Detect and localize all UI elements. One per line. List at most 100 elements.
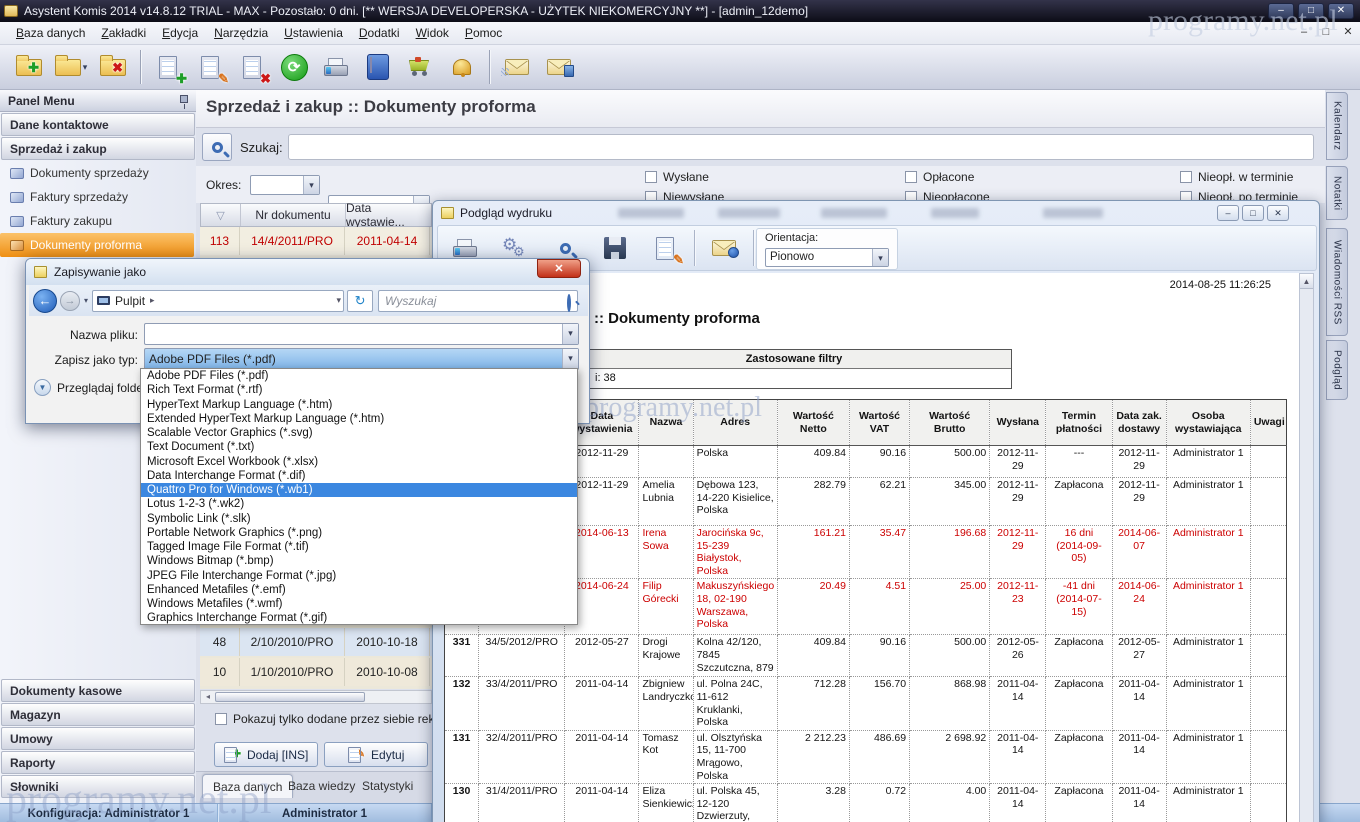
preview-restore-button[interactable]: □ <box>1242 205 1264 221</box>
new-record-button[interactable] <box>147 48 189 86</box>
alerts-button[interactable] <box>441 48 483 86</box>
filetype-option[interactable]: Windows Metafiles (*.wmf) <box>141 597 577 611</box>
table-row[interactable]: 48 2/10/2010/PRO 2010-10-18 <box>200 628 432 656</box>
preview-vertical-scrollbar[interactable] <box>1299 273 1314 822</box>
minimize-button[interactable]: – <box>1268 3 1294 19</box>
tab-statystyki[interactable]: Statystyki <box>352 774 423 798</box>
sidebar-item-faktury-zakupu[interactable]: Faktury zakupu <box>0 209 194 233</box>
preview-edit-button[interactable] <box>644 229 686 267</box>
filter-checkbox-nieopł-w-terminie[interactable]: Nieopł. w terminie <box>1180 170 1293 184</box>
menu-item-pomoc[interactable]: Pomoc <box>457 23 510 43</box>
right-tab-wiadomości-rss[interactable]: Wiadomości RSS <box>1326 228 1348 336</box>
filetype-option[interactable]: Adobe PDF Files (*.pdf) <box>141 369 577 383</box>
chevron-down-icon[interactable] <box>336 295 341 306</box>
save-dialog-close-button[interactable] <box>537 259 581 278</box>
scrollbar-thumb[interactable] <box>215 692 365 702</box>
refresh-button[interactable] <box>347 290 373 312</box>
right-tab-podgląd[interactable]: Podgląd <box>1326 340 1348 400</box>
orientation-combo[interactable]: Pionowo <box>765 248 889 267</box>
breadcrumb-location[interactable]: Pulpit <box>115 294 145 308</box>
mdi-restore-button[interactable]: □ <box>1318 25 1334 40</box>
scroll-left-icon[interactable]: ◂ <box>201 691 215 703</box>
filetype-option[interactable]: Portable Network Graphics (*.png) <box>141 526 577 540</box>
menu-item-dodatki[interactable]: Dodatki <box>351 23 408 43</box>
history-dropdown-icon[interactable] <box>84 296 88 305</box>
sidebar-section-umowy[interactable]: Umowy <box>1 727 195 750</box>
filetype-option[interactable]: Lotus 1-2-3 (*.wk2) <box>141 497 577 511</box>
search-button[interactable] <box>202 133 232 161</box>
filetype-option[interactable]: Graphics Interchange Format (*.gif) <box>141 611 577 625</box>
filetype-option[interactable]: HyperText Markup Language (*.htm) <box>141 398 577 412</box>
checkbox[interactable] <box>905 171 917 183</box>
checkbox[interactable] <box>1180 171 1192 183</box>
delete-record-button[interactable] <box>231 48 273 86</box>
refresh-button[interactable] <box>273 48 315 86</box>
send-mail-button[interactable] <box>496 48 538 86</box>
right-tab-kalendarz[interactable]: Kalendarz <box>1326 92 1348 160</box>
menu-item-edycja[interactable]: Edycja <box>154 23 206 43</box>
new-folder-button[interactable] <box>8 48 50 86</box>
right-tab-notatki[interactable]: Notatki <box>1326 166 1348 220</box>
cart-button[interactable] <box>399 48 441 86</box>
filetype-option[interactable]: Microsoft Excel Workbook (*.xlsx) <box>141 455 577 469</box>
column-header-nr[interactable]: Nr dokumentu <box>241 204 346 226</box>
close-button[interactable]: ✕ <box>1328 3 1354 19</box>
filter-checkbox-opłacone[interactable]: Opłacone <box>905 170 974 184</box>
table-row[interactable]: 113 14/4/2011/PRO 2011-04-14 <box>200 227 432 255</box>
browse-folders-button[interactable]: Przeglądaj foldery <box>34 379 153 396</box>
filetype-option[interactable]: Text Document (*.txt) <box>141 440 577 454</box>
back-button[interactable] <box>33 289 57 313</box>
own-records-filter[interactable]: Pokazuj tylko dodane przez siebie rekord… <box>215 712 458 726</box>
filetype-option[interactable]: Data Interchange Format (*.dif) <box>141 469 577 483</box>
delete-folder-button[interactable] <box>92 48 134 86</box>
horizontal-scrollbar[interactable]: ◂ <box>200 690 432 704</box>
sidebar-section-dokumenty-kasowe[interactable]: Dokumenty kasowe <box>1 679 195 702</box>
mdi-minimize-button[interactable]: – <box>1296 25 1312 40</box>
preview-email-button[interactable] <box>703 229 745 267</box>
menu-item-widok[interactable]: Widok <box>408 23 457 43</box>
search-input[interactable] <box>288 134 1314 160</box>
forward-button[interactable] <box>60 291 80 311</box>
breadcrumb[interactable]: Pulpit <box>92 290 344 312</box>
edit-record-button[interactable] <box>189 48 231 86</box>
sidebar-section-słowniki[interactable]: Słowniki <box>1 775 195 798</box>
sidebar-item-dokumenty-sprzedaży[interactable]: Dokumenty sprzedaży <box>0 161 194 185</box>
calculator-button[interactable] <box>357 48 399 86</box>
add-button[interactable]: Dodaj [INS] <box>214 742 318 767</box>
preview-save-button[interactable] <box>594 229 636 267</box>
table-row[interactable]: 10 1/10/2010/PRO 2010-10-08 <box>200 658 432 686</box>
dialog-search-box[interactable]: Wyszukaj <box>378 290 578 312</box>
preview-minimize-button[interactable]: – <box>1217 205 1239 221</box>
menu-item-baza-danych[interactable]: Baza danych <box>8 23 93 43</box>
sidebar-section-raporty[interactable]: Raporty <box>1 751 195 774</box>
mail-database-button[interactable] <box>538 48 580 86</box>
maximize-button[interactable]: □ <box>1298 3 1324 19</box>
filetype-option[interactable]: Windows Bitmap (*.bmp) <box>141 554 577 568</box>
column-header-date[interactable]: Data wystawie... <box>346 204 431 226</box>
sidebar-section-magazyn[interactable]: Magazyn <box>1 703 195 726</box>
filetype-combo[interactable]: Adobe PDF Files (*.pdf) <box>144 348 579 370</box>
filetype-option[interactable]: JPEG File Interchange Format (*.jpg) <box>141 569 577 583</box>
filetype-option[interactable]: Scalable Vector Graphics (*.svg) <box>141 426 577 440</box>
checkbox[interactable] <box>645 171 657 183</box>
edit-button[interactable]: Edytuj <box>324 742 428 767</box>
sidebar-section-sprzedaz-i-zakup[interactable]: Sprzedaż i zakup <box>1 137 195 160</box>
sidebar-section-dane-kontaktowe[interactable]: Dane kontaktowe <box>1 113 195 136</box>
filename-field[interactable] <box>144 323 579 345</box>
sidebar-item-dokumenty-proforma[interactable]: Dokumenty proforma <box>0 233 194 257</box>
filetype-option[interactable]: Tagged Image File Format (*.tif) <box>141 540 577 554</box>
print-button[interactable] <box>315 48 357 86</box>
menu-item-ustawienia[interactable]: Ustawienia <box>276 23 351 43</box>
pin-icon[interactable] <box>180 95 188 103</box>
open-folder-button[interactable] <box>50 48 92 86</box>
menu-item-narzędzia[interactable]: Narzędzia <box>206 23 276 43</box>
filetype-option[interactable]: Quattro Pro for Windows (*.wb1) <box>141 483 577 497</box>
filetype-option[interactable]: Extended HyperText Markup Language (*.ht… <box>141 412 577 426</box>
menu-item-zakładki[interactable]: Zakładki <box>93 23 154 43</box>
mdi-close-button[interactable]: ✕ <box>1340 25 1356 40</box>
sidebar-item-faktury-sprzedaży[interactable]: Faktury sprzedaży <box>0 185 194 209</box>
filetype-option[interactable]: Symbolic Link (*.slk) <box>141 512 577 526</box>
period-combo-1[interactable] <box>250 175 320 195</box>
filetype-option[interactable]: Rich Text Format (*.rtf) <box>141 383 577 397</box>
preview-close-button[interactable]: ✕ <box>1267 205 1289 221</box>
